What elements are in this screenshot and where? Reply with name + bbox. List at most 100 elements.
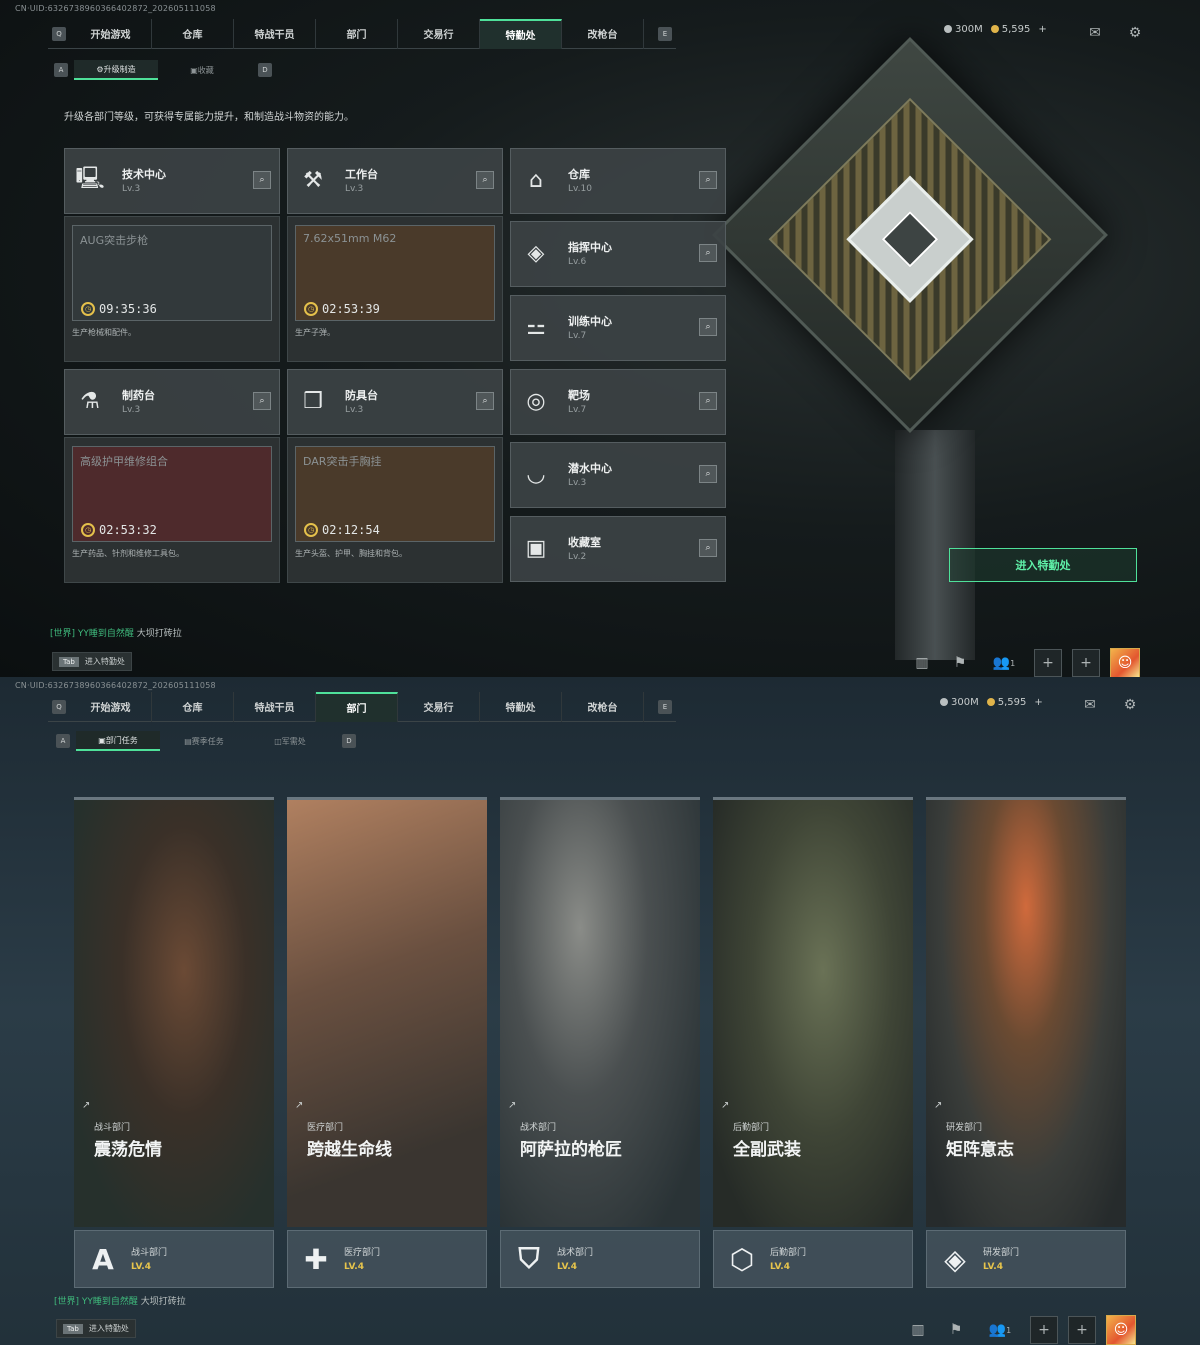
tab-special-ops[interactable]: 特勤处: [480, 18, 562, 49]
search-icon[interactable]: ⌕: [699, 244, 717, 262]
chat-sender: YY睡到自然醒: [81, 1297, 138, 1307]
department-card-combat[interactable]: ↗ 战斗部门 震荡危情: [74, 797, 274, 1227]
production-pharmacy[interactable]: 高级护甲维修组合 ◷ 02:53:32 生产药品、针剂和维修工具包。: [64, 437, 280, 583]
facility-tech-center[interactable]: 🖳 技术中心 Lv.3 ⌕: [64, 148, 280, 214]
gear-icon[interactable]: ⚙: [1120, 695, 1140, 715]
search-icon[interactable]: ⌕: [699, 465, 717, 483]
facility-name: 防具台: [345, 389, 378, 402]
world-chat[interactable]: [世界] YY睡到自然醒 大坝打砖拉: [54, 1294, 186, 1307]
mail-icon[interactable]: ✉: [1085, 23, 1105, 43]
subtab-dept-tasks[interactable]: ▣ 部门任务: [76, 731, 160, 751]
mail-icon[interactable]: ✉: [1080, 695, 1100, 715]
tab-start-game[interactable]: 开始游戏: [70, 18, 152, 49]
product-slot: 7.62x51mm M62 ◷ 02:53:39: [295, 225, 495, 321]
department-card-research[interactable]: ↗ 研发部门 矩阵意志: [926, 797, 1126, 1227]
facility-training-center[interactable]: ⚍ 训练中心 Lv.7 ⌕: [510, 295, 726, 361]
tab-shortcut-hint[interactable]: Tab 进入特勤处: [52, 652, 132, 671]
department-title: 阿萨拉的枪匠: [520, 1140, 622, 1160]
invite-slot-button[interactable]: +: [1068, 1316, 1096, 1344]
avatar[interactable]: ☺: [1106, 1315, 1136, 1345]
department-name: 战术部门: [557, 1248, 594, 1258]
production-tech-center[interactable]: AUG突击步枪 ◷ 09:35:36 生产枪械和配件。: [64, 216, 280, 362]
gold-coin-icon: [986, 698, 995, 706]
facility-pharmacy[interactable]: ⚗ 制药台 Lv.3 ⌕: [64, 369, 280, 435]
dumbbell-icon: ⚍: [526, 314, 546, 340]
department-name: 战斗部门: [131, 1248, 168, 1258]
subtab-collection[interactable]: ▣ 收藏: [160, 60, 244, 80]
department-card-medical[interactable]: ↗ 医疗部门 跨越生命线: [287, 797, 487, 1227]
search-icon[interactable]: ⌕: [253, 392, 271, 410]
search-icon[interactable]: ⌕: [476, 392, 494, 410]
search-icon[interactable]: ⌕: [253, 171, 271, 189]
facility-diving-center[interactable]: ◡ 潜水中心 Lv.3 ⌕: [510, 442, 726, 508]
invite-slot-button[interactable]: +: [1072, 649, 1100, 677]
tab-start-game[interactable]: 开始游戏: [70, 691, 152, 722]
department-footer-tactical[interactable]: ⛉ 战术部门 LV.4: [500, 1230, 700, 1288]
department-footer-logistics[interactable]: ⬡ 后勤部门 LV.4: [713, 1230, 913, 1288]
team-button[interactable]: 👥 1: [984, 649, 1024, 677]
enter-special-ops-button[interactable]: 进入特勤处: [949, 548, 1137, 582]
facility-armor-bench[interactable]: ❒ 防具台 Lv.3 ⌕: [287, 369, 503, 435]
tab-warehouse[interactable]: 仓库: [152, 691, 234, 722]
department-name: 后勤部门: [770, 1248, 807, 1258]
team-button[interactable]: 👥 1: [980, 1316, 1020, 1344]
production-workbench[interactable]: 7.62x51mm M62 ◷ 02:53:39 生产子弹。: [287, 216, 503, 362]
facility-level: Lv.3: [122, 184, 141, 194]
department-card-logistics[interactable]: ↗ 后勤部门 全副武装: [713, 797, 913, 1227]
tab-special-ops[interactable]: 特勤处: [480, 691, 562, 722]
facility-shooting-range[interactable]: ◎ 靶场 Lv.7 ⌕: [510, 369, 726, 435]
tab-operators[interactable]: 特战干员: [234, 18, 316, 49]
invite-slot-button[interactable]: +: [1030, 1316, 1058, 1344]
search-icon[interactable]: ⌕: [476, 171, 494, 189]
tab-departments[interactable]: 部门: [316, 18, 398, 49]
search-icon[interactable]: ⌕: [699, 392, 717, 410]
flag-icon[interactable]: ⚑: [946, 649, 974, 677]
tab-shortcut-hint[interactable]: Tab 进入特勤处: [56, 1319, 136, 1338]
tab-trading[interactable]: 交易行: [398, 18, 480, 49]
timer-icon: ◷: [81, 523, 95, 537]
tools-icon: ⚒: [303, 167, 323, 193]
warehouse-icon: ⌂: [529, 167, 543, 193]
facility-collection-room[interactable]: ▣ 收藏室 Lv.2 ⌕: [510, 516, 726, 582]
gear-icon[interactable]: ⚙: [1125, 23, 1145, 43]
department-card-tactical[interactable]: ↗ 战术部门 阿萨拉的枪匠: [500, 797, 700, 1227]
subtab-season-tasks[interactable]: ▤ 赛季任务: [162, 731, 246, 751]
world-chat[interactable]: [世界] YY睡到自然醒 大坝打砖拉: [50, 626, 182, 639]
silver-currency: 300M: [944, 24, 983, 35]
stats-icon[interactable]: ▥: [904, 1316, 932, 1344]
avatar[interactable]: ☺: [1110, 648, 1140, 677]
add-currency-button[interactable]: +: [1038, 24, 1046, 35]
tab-gunsmith[interactable]: 改枪台: [562, 691, 644, 722]
facility-command-center[interactable]: ◈ 指挥中心 Lv.6 ⌕: [510, 221, 726, 287]
flag-icon[interactable]: ⚑: [942, 1316, 970, 1344]
timer-icon: ◷: [81, 302, 95, 316]
search-icon[interactable]: ⌕: [699, 171, 717, 189]
search-icon[interactable]: ⌕: [699, 318, 717, 336]
search-icon[interactable]: ⌕: [699, 539, 717, 557]
tab-gunsmith[interactable]: 改枪台: [562, 18, 644, 49]
tab-departments[interactable]: 部门: [316, 691, 398, 722]
subtab-upgrade-craft[interactable]: ⚙ 升级制造: [74, 60, 158, 80]
gold-coin-icon: [990, 25, 999, 33]
tab-operators[interactable]: 特战干员: [234, 691, 316, 722]
facility-warehouse[interactable]: ⌂ 仓库 Lv.10 ⌕: [510, 148, 726, 214]
product-timer: 02:53:32: [99, 523, 157, 537]
nav-key-right: E: [658, 699, 672, 714]
production-desc: 生产枪械和配件。: [72, 328, 136, 337]
production-armor-bench[interactable]: DAR突击手胸挂 ◷ 02:12:54 生产头盔、护甲、胸挂和背包。: [287, 437, 503, 583]
department-footer-medical[interactable]: ✚ 医疗部门 LV.4: [287, 1230, 487, 1288]
add-currency-button[interactable]: +: [1034, 697, 1042, 708]
stats-icon[interactable]: ▥: [908, 649, 936, 677]
department-footer-research[interactable]: ◈ 研发部门 LV.4: [926, 1230, 1126, 1288]
tab-trading[interactable]: 交易行: [398, 691, 480, 722]
department-level: LV.4: [557, 1262, 577, 1272]
facility-workbench[interactable]: ⚒ 工作台 Lv.3 ⌕: [287, 148, 503, 214]
expand-arrow-icon: ↗: [295, 1100, 304, 1111]
tab-warehouse[interactable]: 仓库: [152, 18, 234, 49]
invite-slot-button[interactable]: +: [1034, 649, 1062, 677]
subtab-quartermaster[interactable]: ◫ 军需处: [248, 731, 332, 751]
department-footer-combat[interactable]: A 战斗部门 LV.4: [74, 1230, 274, 1288]
facility-name: 工作台: [345, 168, 378, 181]
subtab-key-left: A: [56, 734, 70, 748]
subtab-key-right: D: [258, 63, 272, 77]
